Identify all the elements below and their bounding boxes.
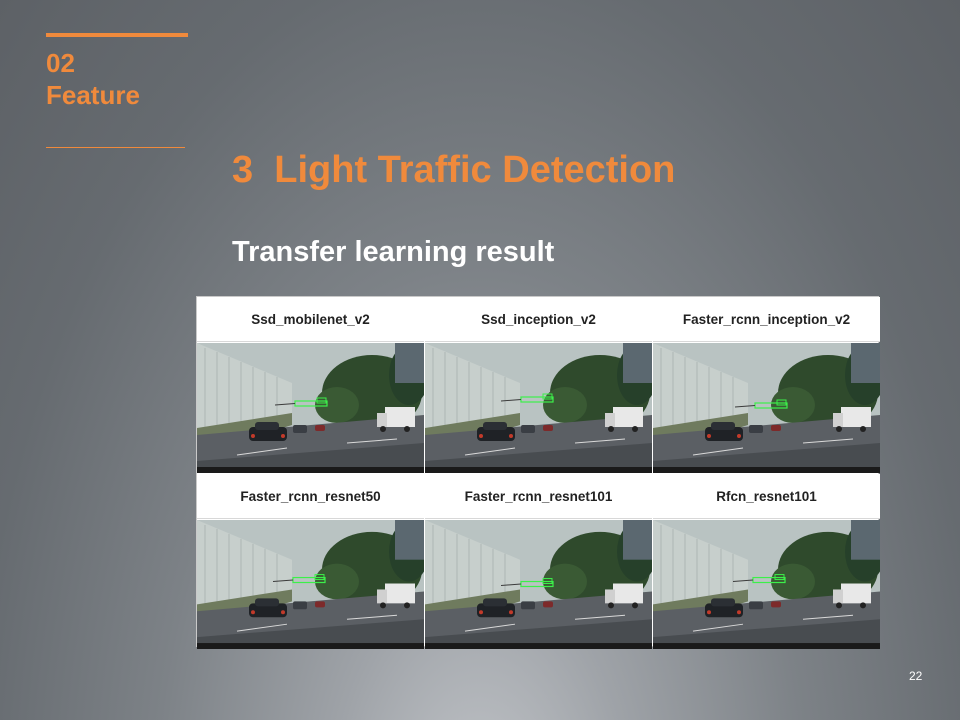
slide-title: 3 Light Traffic Detection — [232, 149, 676, 191]
slide-subtitle: Transfer learning result — [232, 236, 555, 268]
detection-image — [425, 520, 652, 649]
results-table: Ssd_mobilenet_v2 Ssd_inception_v2 Faster… — [196, 296, 880, 649]
detection-image — [197, 520, 424, 649]
section-number: 02 — [46, 48, 75, 78]
detection-image — [197, 343, 424, 473]
model-header: Ssd_inception_v2 — [425, 297, 652, 342]
page-number: 22 — [909, 669, 923, 683]
model-header: Ssd_mobilenet_v2 — [197, 297, 424, 342]
section-rule-top — [46, 33, 188, 37]
model-header: Faster_rcnn_resnet101 — [425, 474, 652, 519]
section-heading: 02 Feature — [46, 47, 140, 111]
model-header: Faster_rcnn_inception_v2 — [653, 297, 880, 342]
section-rule-bottom — [46, 147, 185, 148]
detection-image — [653, 343, 880, 473]
detection-image — [425, 343, 652, 473]
model-header: Faster_rcnn_resnet50 — [197, 474, 424, 519]
model-header: Rfcn_resnet101 — [653, 474, 880, 519]
detection-image — [653, 520, 880, 649]
section-label: Feature — [46, 80, 140, 110]
